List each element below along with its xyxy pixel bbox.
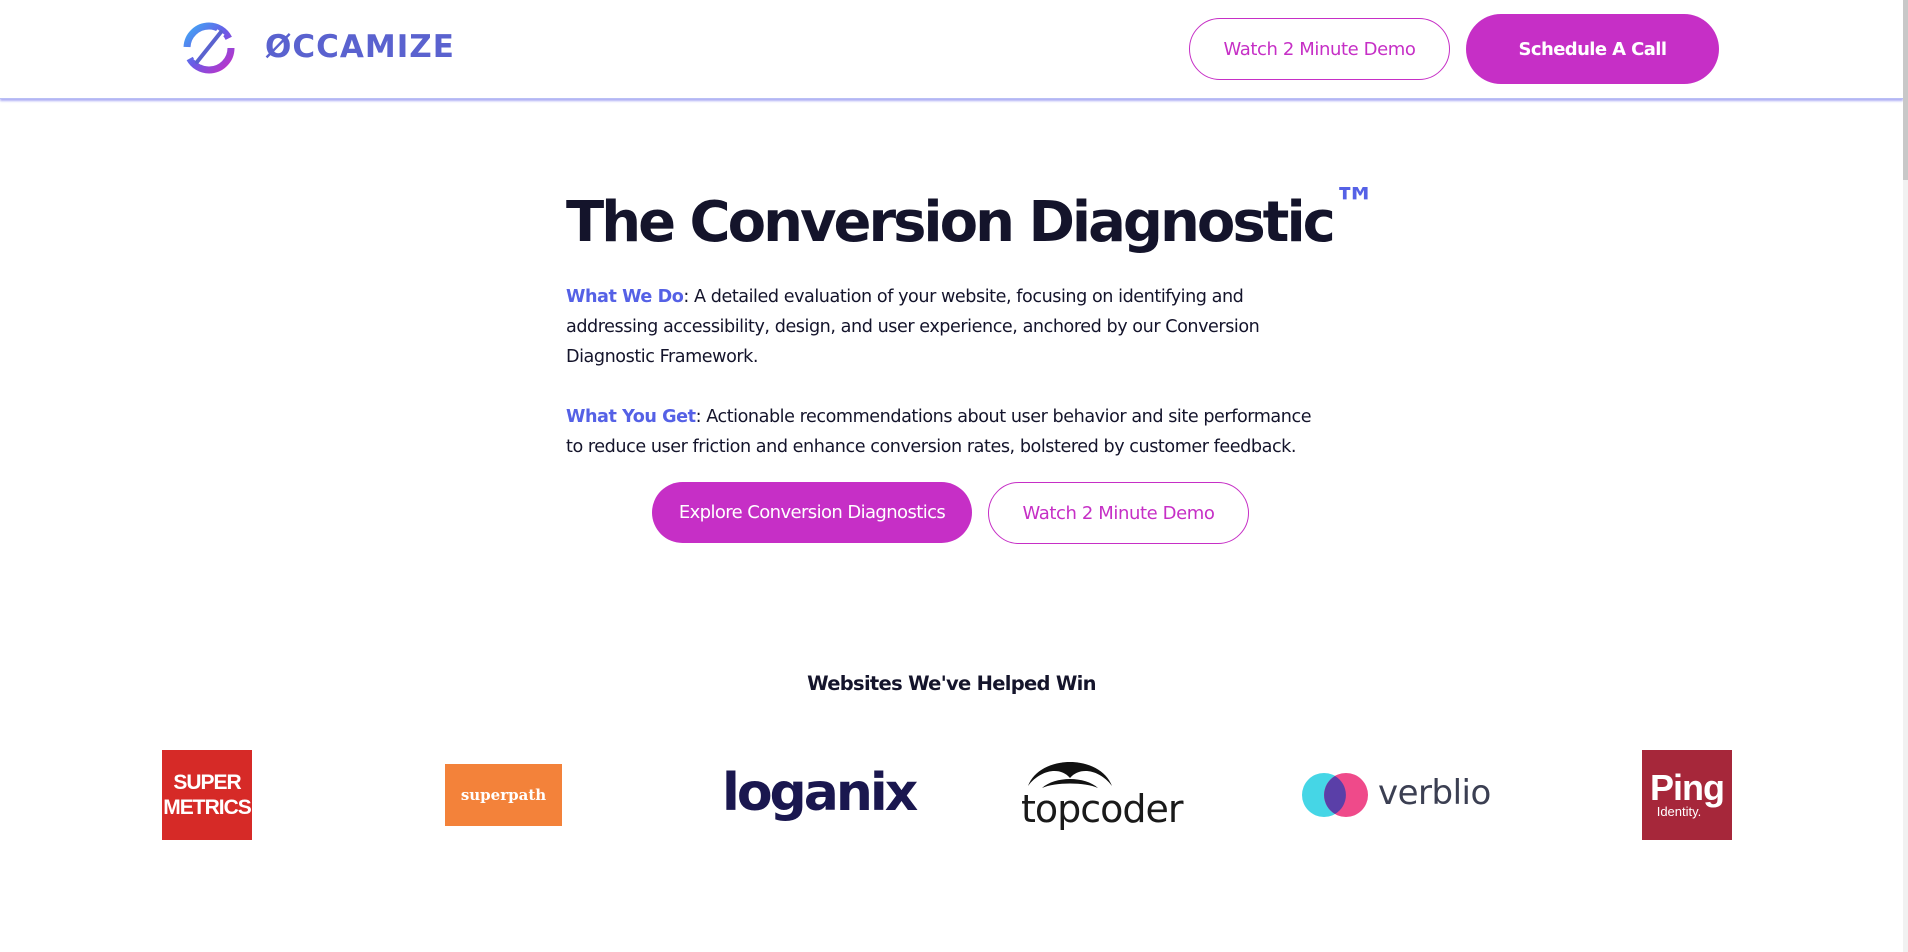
page-title: The Conversion Diagnostic™ [566,179,1377,255]
topcoder-wordmark: topcoder [1021,787,1184,831]
hero-watch-demo-button[interactable]: Watch 2 Minute Demo [988,482,1249,544]
what-you-get-paragraph: What You Get: Actionable recommendations… [566,402,1326,462]
site-header: ØCCAMIZE Watch 2 Minute Demo Schedule A … [0,0,1903,99]
superpath-logo: superpath [445,764,562,826]
trademark-symbol: ™ [1332,179,1377,230]
ping-identity-logo: Ping Identity. [1642,750,1732,840]
supermetrics-line2: METRICS [163,796,251,819]
identity-text: Identity. [1656,804,1702,819]
header-watch-demo-button[interactable]: Watch 2 Minute Demo [1189,18,1450,80]
supermetrics-logo: SUPER METRICS [162,750,252,840]
occamize-logo-icon[interactable] [181,20,237,76]
superpath-text: superpath [460,786,547,804]
what-you-get-label: What You Get [566,407,696,427]
clients-section-title: Websites We've Helped Win [807,672,1096,695]
schedule-call-button[interactable]: Schedule A Call [1466,14,1719,84]
what-we-do-label: What We Do [566,287,684,307]
page-title-text: The Conversion Diagnostic [566,190,1336,255]
ping-text: Ping [1650,767,1725,808]
explore-diagnostics-button[interactable]: Explore Conversion Diagnostics [652,482,972,543]
what-we-do-paragraph: What We Do: A detailed evaluation of you… [566,282,1326,372]
scrollbar-thumb[interactable] [1903,0,1908,180]
scrollbar[interactable] [1903,0,1908,952]
loganix-logo: loganix [722,763,918,823]
verblio-mark-icon [1302,773,1368,817]
verblio-wordmark: verblio [1378,773,1491,813]
logo-wordmark[interactable]: ØCCAMIZE [265,29,455,65]
supermetrics-line1: SUPER [173,771,241,794]
